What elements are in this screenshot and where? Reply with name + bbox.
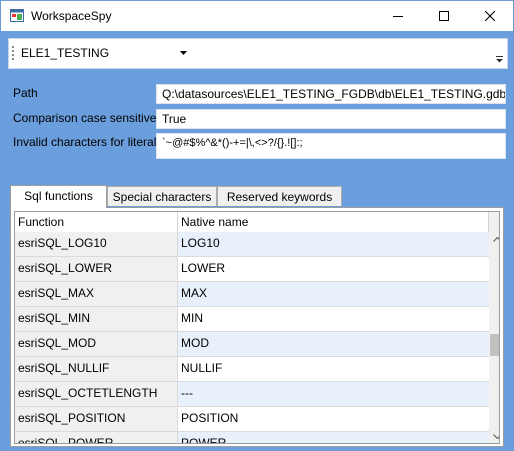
path-label: Path [13,86,38,100]
dropdown-arrow-icon [180,51,187,55]
case-sensitive-label: Comparison case sensitive [13,111,157,125]
column-header-function[interactable]: Function [15,212,178,232]
toolbar: ELE1_TESTING [8,38,508,69]
close-button[interactable] [467,1,513,31]
invalid-characters-field[interactable]: `~@#$%^&*()-+=|\,<>?/{}.![]:; [156,133,506,159]
scroll-down-arrow-icon[interactable] [493,434,500,439]
invalid-characters-label: Invalid characters for literals [13,135,163,149]
client-area: ELE1_TESTING Path Q:\datasources\ELE1_TE… [1,31,513,450]
sql-functions-grid[interactable]: Function Native name esriSQL_LOG10 LOG10… [14,211,500,444]
tab-sql-functions[interactable]: Sql functions [10,185,107,208]
grid-header: Function Native name [15,212,489,233]
window-title: WorkspaceSpy [31,9,112,23]
native-name-cell[interactable]: MIN [178,307,489,332]
column-header-native-name[interactable]: Native name [178,212,489,232]
table-row[interactable]: esriSQL_OCTETLENGTH --- [15,382,489,407]
path-field[interactable]: Q:\datasources\ELE1_TESTING_FGDB\db\ELE1… [156,84,506,104]
maximize-icon [439,11,449,21]
toolbar-overflow-icon[interactable] [496,56,503,63]
vertical-scrollbar[interactable] [489,212,500,443]
tab-reserved-keywords[interactable]: Reserved keywords [217,186,342,206]
function-cell[interactable]: esriSQL_MOD [15,332,178,357]
table-row[interactable]: esriSQL_POSITION POSITION [15,407,489,432]
table-row[interactable]: esriSQL_MAX MAX [15,282,489,307]
table-row[interactable]: esriSQL_LOG10 LOG10 [15,232,489,257]
tab-special-characters[interactable]: Special characters [107,186,217,206]
native-name-cell[interactable]: MAX [178,282,489,307]
workspace-combobox-value: ELE1_TESTING [21,46,110,60]
table-row[interactable]: esriSQL_MOD MOD [15,332,489,357]
table-row[interactable]: esriSQL_MIN MIN [15,307,489,332]
native-name-cell[interactable]: --- [178,382,489,407]
toolbar-grip-icon[interactable] [12,45,15,61]
native-name-cell[interactable]: POSITION [178,407,489,432]
minimize-icon [393,16,403,17]
table-row[interactable]: esriSQL_LOWER LOWER [15,257,489,282]
native-name-cell[interactable]: LOG10 [178,232,489,257]
function-cell[interactable]: esriSQL_LOG10 [15,232,178,257]
scroll-up-arrow-icon[interactable] [493,237,500,242]
native-name-cell[interactable]: LOWER [178,257,489,282]
maximize-button[interactable] [421,1,467,31]
function-cell[interactable]: esriSQL_OCTETLENGTH [15,382,178,407]
title-bar[interactable]: WorkspaceSpy [1,1,513,31]
function-cell[interactable]: esriSQL_MAX [15,282,178,307]
native-name-cell[interactable]: POWER [178,432,489,443]
minimize-button[interactable] [375,1,421,31]
case-sensitive-field[interactable]: True [156,109,506,129]
workspace-combobox[interactable]: ELE1_TESTING [19,43,189,63]
native-name-cell[interactable]: MOD [178,332,489,357]
native-name-cell[interactable]: NULLIF [178,357,489,382]
app-window: WorkspaceSpy ELE1_TESTING Path Q:\dataso… [0,0,514,451]
function-cell[interactable]: esriSQL_NULLIF [15,357,178,382]
app-window-icon [10,9,24,22]
function-cell[interactable]: esriSQL_POSITION [15,407,178,432]
function-cell[interactable]: esriSQL_POWER [15,432,178,443]
table-row[interactable]: esriSQL_NULLIF NULLIF [15,357,489,382]
close-icon [485,11,495,21]
scrollbar-thumb[interactable] [490,334,499,356]
tab-page-sql-functions: Function Native name esriSQL_LOG10 LOG10… [10,207,504,447]
function-cell[interactable]: esriSQL_MIN [15,307,178,332]
function-cell[interactable]: esriSQL_LOWER [15,257,178,282]
table-row[interactable]: esriSQL_POWER POWER [15,432,489,443]
